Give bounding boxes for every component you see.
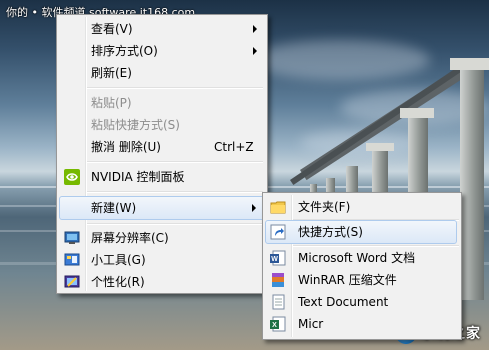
submenu-item-winrar-archive[interactable]: WinRAR 压缩文件 xyxy=(265,269,459,291)
menu-separator xyxy=(87,87,263,89)
submenu-item-folder[interactable]: 文件夹(F) xyxy=(265,196,459,218)
monitor-icon xyxy=(64,231,80,244)
menu-item-label: 粘贴快捷方式(S) xyxy=(91,118,180,132)
menu-item-undo-delete[interactable]: 撤消 删除(U) Ctrl+Z xyxy=(59,136,265,158)
menu-item-paste[interactable]: 粘贴(P) xyxy=(59,92,265,114)
text-document-icon xyxy=(272,294,285,310)
menu-item-new[interactable]: 新建(W) xyxy=(59,196,265,220)
word-document-icon: W xyxy=(270,250,286,266)
excel-worksheet-icon: X xyxy=(270,316,286,332)
menu-item-shortcut: Ctrl+Z xyxy=(214,140,254,154)
menu-item-personalize[interactable]: 个性化(R) xyxy=(59,271,265,293)
menu-item-label: 查看(V) xyxy=(91,22,133,36)
menu-item-label: 小工具(G) xyxy=(91,253,146,267)
menu-item-label: NVIDIA 控制面板 xyxy=(91,170,185,184)
menu-item-refresh[interactable]: 刷新(E) xyxy=(59,62,265,84)
submenu-item-text-document[interactable]: Text Document xyxy=(265,291,459,313)
menu-item-screen-resolution[interactable]: 屏幕分辨率(C) xyxy=(59,227,265,249)
menu-item-label: 新建(W) xyxy=(91,201,137,215)
menu-item-label: 粘贴(P) xyxy=(91,96,132,110)
svg-text:W: W xyxy=(271,256,278,263)
menu-item-sort[interactable]: 排序方式(O) xyxy=(59,40,265,62)
gadgets-icon xyxy=(64,253,80,266)
nvidia-icon xyxy=(64,169,80,185)
svg-text:X: X xyxy=(272,322,277,329)
submenu-item-label: Micr xyxy=(298,317,324,331)
menu-item-label: 屏幕分辨率(C) xyxy=(91,231,169,245)
submenu-arrow-icon xyxy=(253,47,257,55)
menu-separator xyxy=(87,191,263,193)
menu-item-label: 排序方式(O) xyxy=(91,44,158,58)
submenu-item-label: 文件夹(F) xyxy=(298,200,351,214)
menu-item-paste-shortcut[interactable]: 粘贴快捷方式(S) xyxy=(59,114,265,136)
shortcut-icon xyxy=(270,224,286,240)
menu-item-label: 刷新(E) xyxy=(91,66,132,80)
submenu-arrow-icon xyxy=(253,25,257,33)
submenu-item-label: WinRAR 压缩文件 xyxy=(298,273,397,287)
menu-item-label: 个性化(R) xyxy=(91,275,145,289)
submenu-item-excel-worksheet[interactable]: X Micr xyxy=(265,313,459,335)
submenu-arrow-icon xyxy=(252,204,256,212)
new-submenu: 文件夹(F) 快捷方式(S) W Microsoft Word 文档 WinRA… xyxy=(262,192,462,340)
submenu-item-label: Text Document xyxy=(298,295,389,309)
folder-icon xyxy=(270,201,286,214)
submenu-item-label: 快捷方式(S) xyxy=(298,225,363,239)
menu-separator xyxy=(87,161,263,163)
menu-separator xyxy=(87,223,263,225)
menu-item-nvidia[interactable]: NVIDIA 控制面板 xyxy=(59,166,265,188)
menu-item-gadgets[interactable]: 小工具(G) xyxy=(59,249,265,271)
desktop-context-menu: 查看(V) 排序方式(O) 刷新(E) 粘贴(P) 粘贴快捷方式(S) 撤消 删… xyxy=(56,14,268,294)
menu-item-label: 撤消 删除(U) xyxy=(91,140,161,154)
winrar-archive-icon xyxy=(272,273,284,287)
submenu-item-label: Microsoft Word 文档 xyxy=(298,251,416,265)
submenu-item-shortcut[interactable]: 快捷方式(S) xyxy=(265,220,457,244)
cloud xyxy=(250,40,430,80)
submenu-item-word-document[interactable]: W Microsoft Word 文档 xyxy=(265,247,459,269)
menu-item-view[interactable]: 查看(V) xyxy=(59,18,265,40)
personalize-icon xyxy=(64,275,80,288)
